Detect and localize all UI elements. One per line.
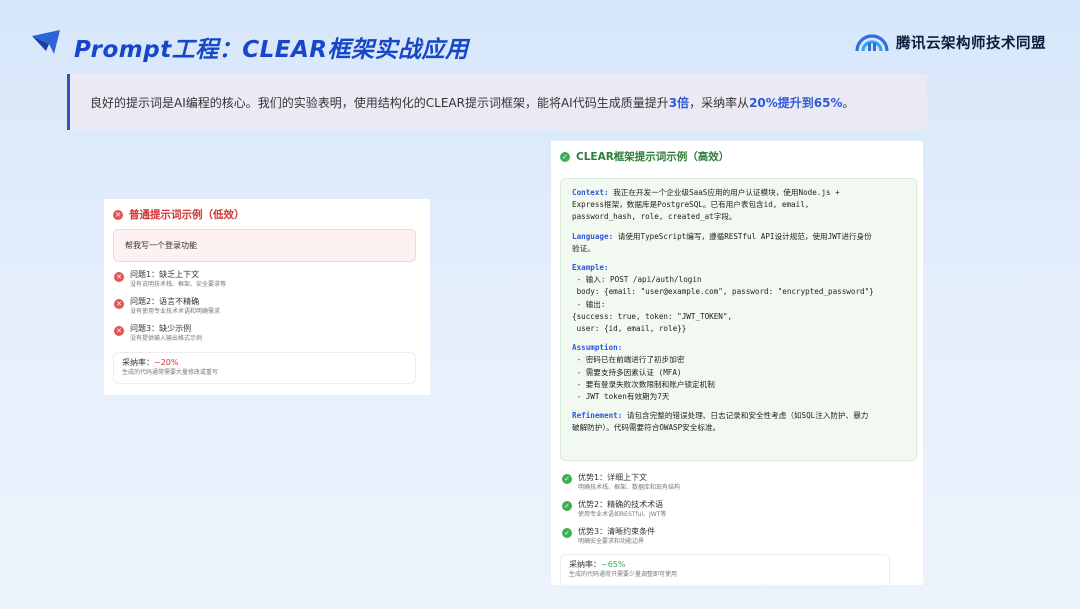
slide: Prompt工程：CLEAR框架实战应用 腾讯云架构师技术同盟 良好的提示词是A… bbox=[0, 0, 1080, 609]
context-section: Context: 我正在开发一个企业级SaaS应用的用户认证模块，使用Node.… bbox=[572, 188, 840, 222]
bad-example-header: ✕ 普通提示词示例（低效） bbox=[113, 207, 416, 222]
issue-desc: 没有说明技术栈、框架、安全要求等 bbox=[130, 281, 227, 288]
good-example-title: CLEAR框架提示词示例（高效） bbox=[576, 151, 730, 163]
rate-desc: 生成的代码通常只需要少量调整即可使用 bbox=[569, 571, 678, 578]
rate-label: 采纳率： bbox=[122, 358, 154, 367]
bad-rate-box: 采纳率：~20% 生成的代码通常需要大量修改或重写 bbox=[113, 352, 416, 384]
check-circle-icon: ✓ bbox=[560, 151, 570, 162]
issue-title: 问题3：缺少示例 bbox=[130, 324, 192, 333]
refinement-key: Refinement: bbox=[572, 411, 623, 421]
language-section: Language: 请使用TypeScript编写，遵循RESTful API设… bbox=[572, 231, 872, 253]
brand-name: 腾讯云架构师技术同盟 bbox=[896, 35, 1046, 52]
advantage-title: 优势2：精确的技术术语 bbox=[578, 500, 664, 509]
intro-highlight-rate: 20%提升到65% bbox=[749, 95, 843, 110]
advantage-item: ✓ 优势3：清晰约束条件 明确安全要求和功能边界 bbox=[562, 526, 914, 546]
x-circle-icon: ✕ bbox=[114, 299, 124, 309]
issue-desc: 没有提供输入输出格式示例 bbox=[130, 335, 203, 342]
example-key: Example: bbox=[572, 263, 609, 273]
issue-title: 问题2：语言不精确 bbox=[130, 297, 200, 306]
flag-logo-icon bbox=[32, 30, 60, 54]
good-example-header: ✓ CLEAR框架提示词示例（高效） bbox=[560, 149, 914, 164]
bad-prompt-text: 帮我写一个登录功能 bbox=[125, 241, 197, 250]
intro-highlight-3x: 3倍 bbox=[668, 95, 690, 110]
intro-text: 良好的提示词是AI编程的核心。我们的实验表明，使用结构化的CLEAR提示词框架，… bbox=[90, 95, 855, 110]
issue-item: ✕ 问题1：缺乏上下文 没有说明技术栈、框架、安全要求等 bbox=[114, 269, 416, 289]
check-circle-icon: ✓ bbox=[562, 501, 572, 511]
context-key: Context: bbox=[572, 188, 609, 197]
check-circle-icon: ✓ bbox=[562, 474, 572, 484]
brand: 腾讯云架构师技术同盟 bbox=[854, 31, 1046, 53]
x-circle-icon: ✕ bbox=[114, 326, 124, 336]
refinement-section: Refinement: 请包含完整的错误处理、日志记录和安全性考虑（如SQL注入… bbox=[572, 411, 869, 433]
example-section: Example: - 输入: POST /api/auth/login body… bbox=[572, 262, 906, 335]
x-circle-icon: ✕ bbox=[114, 272, 124, 282]
issue-item: ✕ 问题2：语言不精确 没有使用专业技术术语和明确需求 bbox=[114, 296, 416, 316]
page-title: Prompt工程：CLEAR框架实战应用 bbox=[74, 37, 469, 63]
good-example-card: ✓ CLEAR框架提示词示例（高效） Context: 我正在开发一个企业级Sa… bbox=[551, 141, 923, 588]
clear-prompt-box: Context: 我正在开发一个企业级SaaS应用的用户认证模块，使用Node.… bbox=[560, 178, 917, 461]
bad-example-card: ✕ 普通提示词示例（低效） 帮我写一个登录功能 ✕ 问题1：缺乏上下文 没有说明… bbox=[104, 199, 430, 395]
advantage-title: 优势3：清晰约束条件 bbox=[578, 527, 656, 536]
rate-label: 采纳率： bbox=[569, 560, 601, 569]
tencent-cloud-logo-icon bbox=[855, 34, 889, 52]
assumption-key: Assumption: bbox=[572, 343, 623, 353]
advantage-item: ✓ 优势2：精确的技术术语 使用专业术语如RESTful、JWT等 bbox=[562, 499, 914, 519]
rate-desc: 生成的代码通常需要大量修改或重写 bbox=[122, 369, 219, 376]
advantage-item: ✓ 优势1：详细上下文 明确技术栈、框架、数据库和现有结构 bbox=[562, 472, 914, 492]
advantage-desc: 明确安全要求和功能边界 bbox=[578, 538, 645, 545]
rate-value: ~65% bbox=[601, 560, 626, 569]
rate-value: ~20% bbox=[154, 358, 179, 367]
issue-item: ✕ 问题3：缺少示例 没有提供输入输出格式示例 bbox=[114, 323, 416, 343]
x-circle-icon: ✕ bbox=[113, 209, 123, 220]
advantage-desc: 明确技术栈、框架、数据库和现有结构 bbox=[578, 484, 681, 491]
issue-desc: 没有使用专业技术术语和明确需求 bbox=[130, 308, 221, 315]
advantage-desc: 使用专业术语如RESTful、JWT等 bbox=[578, 511, 667, 518]
check-circle-icon: ✓ bbox=[562, 528, 572, 538]
advantage-title: 优势1：详细上下文 bbox=[578, 473, 648, 482]
good-rate-box: 采纳率：~65% 生成的代码通常只需要少量调整即可使用 bbox=[560, 554, 890, 588]
intro-callout: 良好的提示词是AI编程的核心。我们的实验表明，使用结构化的CLEAR提示词框架，… bbox=[67, 74, 927, 130]
assumption-section: Assumption: - 密码已在前端进行了初步加密 - 需要支持多因素认证 … bbox=[572, 342, 906, 403]
bad-example-title: 普通提示词示例（低效） bbox=[129, 209, 245, 221]
language-key: Language: bbox=[572, 231, 614, 241]
bad-prompt-box: 帮我写一个登录功能 bbox=[113, 229, 416, 262]
issue-title: 问题1：缺乏上下文 bbox=[130, 270, 200, 279]
